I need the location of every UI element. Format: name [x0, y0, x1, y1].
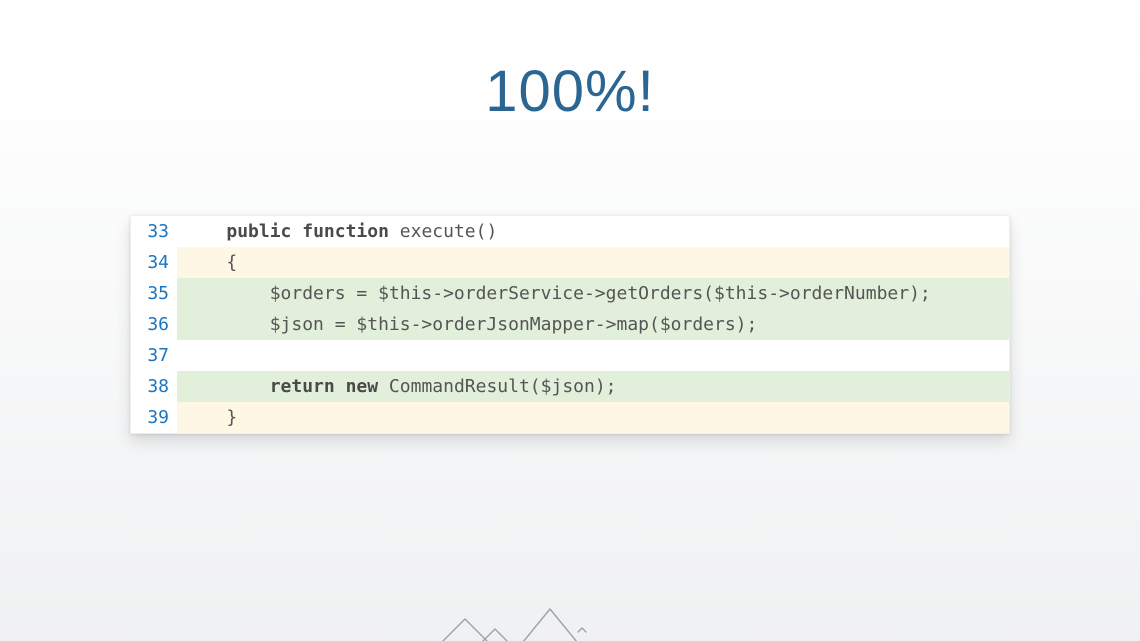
footer: tech. kartenmacherei	[0, 609, 1140, 641]
code-line: 35 $orders = $this->orderService->getOrd…	[131, 278, 1009, 309]
mountains-illustration	[410, 604, 750, 641]
code-line: 37	[131, 340, 1009, 371]
code-line: 33 public function execute()	[131, 216, 1009, 247]
code-line: 34 {	[131, 247, 1009, 278]
code-line: 38 return new CommandResult($json);	[131, 371, 1009, 402]
line-number: 37	[131, 340, 177, 371]
code-text: return new CommandResult($json);	[177, 371, 1009, 402]
line-number: 38	[131, 371, 177, 402]
line-number: 35	[131, 278, 177, 309]
code-text: public function execute()	[177, 216, 1009, 247]
code-text: {	[177, 247, 1009, 278]
line-number: 34	[131, 247, 177, 278]
line-number: 36	[131, 309, 177, 340]
line-number: 33	[131, 216, 177, 247]
code-text: }	[177, 402, 1009, 433]
code-line: 39 }	[131, 402, 1009, 433]
slide-title: 100%!	[0, 58, 1140, 125]
code-text: $json = $this->orderJsonMapper->map($ord…	[177, 309, 1009, 340]
code-snippet: 33 public function execute()34 {35 $orde…	[130, 215, 1010, 434]
code-text	[177, 357, 1009, 361]
line-number: 39	[131, 402, 177, 433]
code-line: 36 $json = $this->orderJsonMapper->map($…	[131, 309, 1009, 340]
code-text: $orders = $this->orderService->getOrders…	[177, 278, 1009, 309]
